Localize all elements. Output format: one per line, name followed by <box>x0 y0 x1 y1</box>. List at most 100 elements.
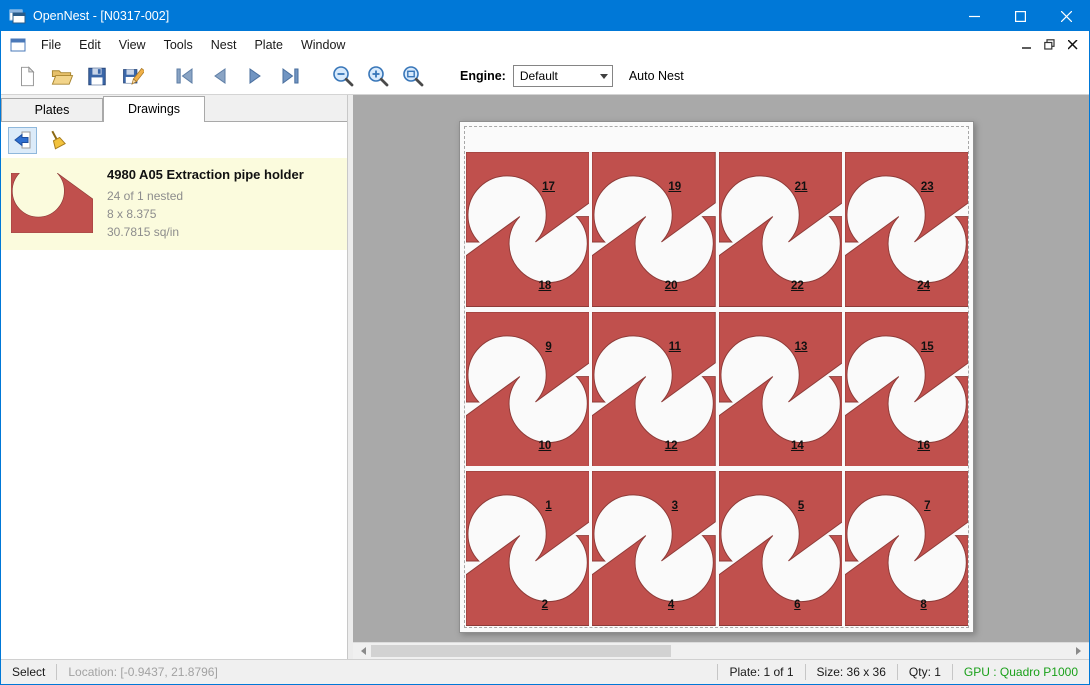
close-button[interactable] <box>1043 1 1089 31</box>
previous-arrow-icon <box>208 64 232 88</box>
nested-part-pair[interactable]: 3 4 <box>592 471 715 626</box>
nested-part-pair[interactable]: 7 8 <box>845 471 968 626</box>
part-shapes <box>466 312 589 467</box>
part-number: 20 <box>665 280 678 292</box>
last-plate-button[interactable] <box>272 61 307 92</box>
menu-edit[interactable]: Edit <box>70 33 110 57</box>
zoom-in-button[interactable] <box>360 61 395 92</box>
status-size: Size: 36 x 36 <box>806 665 897 679</box>
part-number: 21 <box>795 181 808 193</box>
nested-part-pair[interactable]: 17 18 <box>466 152 589 307</box>
part-number: 23 <box>921 181 934 193</box>
menu-nest[interactable]: Nest <box>202 33 246 57</box>
engine-select[interactable]: Default <box>513 65 613 87</box>
part-number: 9 <box>545 341 551 353</box>
menu-view[interactable]: View <box>110 33 155 57</box>
menu-window[interactable]: Window <box>292 33 354 57</box>
part-shapes <box>466 152 589 307</box>
status-location: Location: [-0.9437, 21.8796] <box>57 665 228 679</box>
app-window: OpenNest - [N0317-002] File Edit View To… <box>0 0 1090 685</box>
part-shapes <box>592 312 715 467</box>
status-plate: Plate: 1 of 1 <box>718 665 804 679</box>
nested-part-pair[interactable]: 9 10 <box>466 312 589 467</box>
part-shapes <box>592 471 715 626</box>
mdi-minimize-icon <box>1022 40 1032 50</box>
part-number: 10 <box>538 440 551 452</box>
sidebar-tabstrip: Plates Drawings <box>1 95 347 122</box>
minimize-icon <box>969 11 980 22</box>
part-number: 19 <box>668 181 681 193</box>
drawing-list-item[interactable]: 4980 A05 Extraction pipe holder 24 of 1 … <box>1 158 347 250</box>
nested-part-pair[interactable]: 1 2 <box>466 471 589 626</box>
part-number: 6 <box>794 599 800 611</box>
menu-plate[interactable]: Plate <box>245 33 292 57</box>
zoom-out-button[interactable] <box>325 61 360 92</box>
part-number: 4 <box>668 599 674 611</box>
maximize-button[interactable] <box>997 1 1043 31</box>
zoom-out-icon <box>331 64 355 88</box>
first-plate-button[interactable] <box>167 61 202 92</box>
part-number: 15 <box>921 341 934 353</box>
nested-part-pair[interactable]: 21 22 <box>719 152 842 307</box>
horizontal-scrollbar[interactable] <box>353 642 1089 659</box>
part-number: 7 <box>924 500 930 512</box>
engine-selected-value: Default <box>514 69 596 83</box>
scrollbar-thumb[interactable] <box>371 645 671 657</box>
zoom-fit-button[interactable] <box>395 61 430 92</box>
part-number: 12 <box>665 440 678 452</box>
part-shapes <box>466 471 589 626</box>
part-shapes <box>845 312 968 467</box>
chevron-down-icon <box>596 69 612 83</box>
minimize-button[interactable] <box>951 1 997 31</box>
part-shapes <box>719 312 842 467</box>
plate[interactable]: 17 18 19 20 21 22 <box>459 121 974 633</box>
zoom-in-icon <box>366 64 390 88</box>
nested-part-pair[interactable]: 11 12 <box>592 312 715 467</box>
nested-part-pair[interactable]: 23 24 <box>845 152 968 307</box>
menu-tools[interactable]: Tools <box>155 33 202 57</box>
mdi-restore-icon <box>1044 39 1055 50</box>
blue-arrow-icon <box>13 130 33 150</box>
previous-plate-button[interactable] <box>202 61 237 92</box>
part-number: 22 <box>791 280 804 292</box>
save-button[interactable] <box>79 61 114 92</box>
engine-label: Engine: <box>460 69 506 83</box>
next-plate-button[interactable] <box>237 61 272 92</box>
nested-part-pair[interactable]: 15 16 <box>845 312 968 467</box>
new-button[interactable] <box>9 61 44 92</box>
part-shapes <box>719 152 842 307</box>
part-thumbnail <box>11 167 93 241</box>
part-number: 13 <box>795 341 808 353</box>
mdi-minimize-button[interactable] <box>1015 34 1038 55</box>
part-shapes <box>845 471 968 626</box>
status-qty: Qty: 1 <box>898 665 952 679</box>
part-number: 16 <box>917 440 930 452</box>
mdi-close-button[interactable] <box>1061 34 1084 55</box>
part-shapes <box>719 471 842 626</box>
drawings-toolbar <box>1 122 347 158</box>
scroll-right-arrow[interactable] <box>1072 643 1089 659</box>
close-icon <box>1061 11 1072 22</box>
nested-part-pair[interactable]: 19 20 <box>592 152 715 307</box>
drawing-dimensions: 8 x 8.375 <box>107 205 304 223</box>
mdi-restore-button[interactable] <box>1038 34 1061 55</box>
next-arrow-icon <box>243 64 267 88</box>
open-button[interactable] <box>44 61 79 92</box>
auto-nest-button[interactable]: Auto Nest <box>629 69 684 83</box>
nest-canvas[interactable]: 17 18 19 20 21 22 <box>353 95 1089 642</box>
replace-drawing-button[interactable] <box>8 127 37 154</box>
save-edit-button[interactable] <box>114 61 149 92</box>
window-title: OpenNest - [N0317-002] <box>33 9 169 23</box>
part-number: 17 <box>542 181 555 193</box>
status-gpu: GPU : Quadro P1000 <box>953 665 1089 679</box>
mdi-close-icon <box>1068 40 1078 50</box>
menu-file[interactable]: File <box>32 33 70 57</box>
tab-plates[interactable]: Plates <box>1 98 103 121</box>
nested-part-pair[interactable]: 5 6 <box>719 471 842 626</box>
nested-part-pair[interactable]: 13 14 <box>719 312 842 467</box>
part-number: 18 <box>538 280 551 292</box>
broom-icon <box>47 130 67 150</box>
tab-drawings[interactable]: Drawings <box>103 96 205 122</box>
clean-button[interactable] <box>42 127 71 154</box>
scroll-left-arrow[interactable] <box>353 643 370 659</box>
